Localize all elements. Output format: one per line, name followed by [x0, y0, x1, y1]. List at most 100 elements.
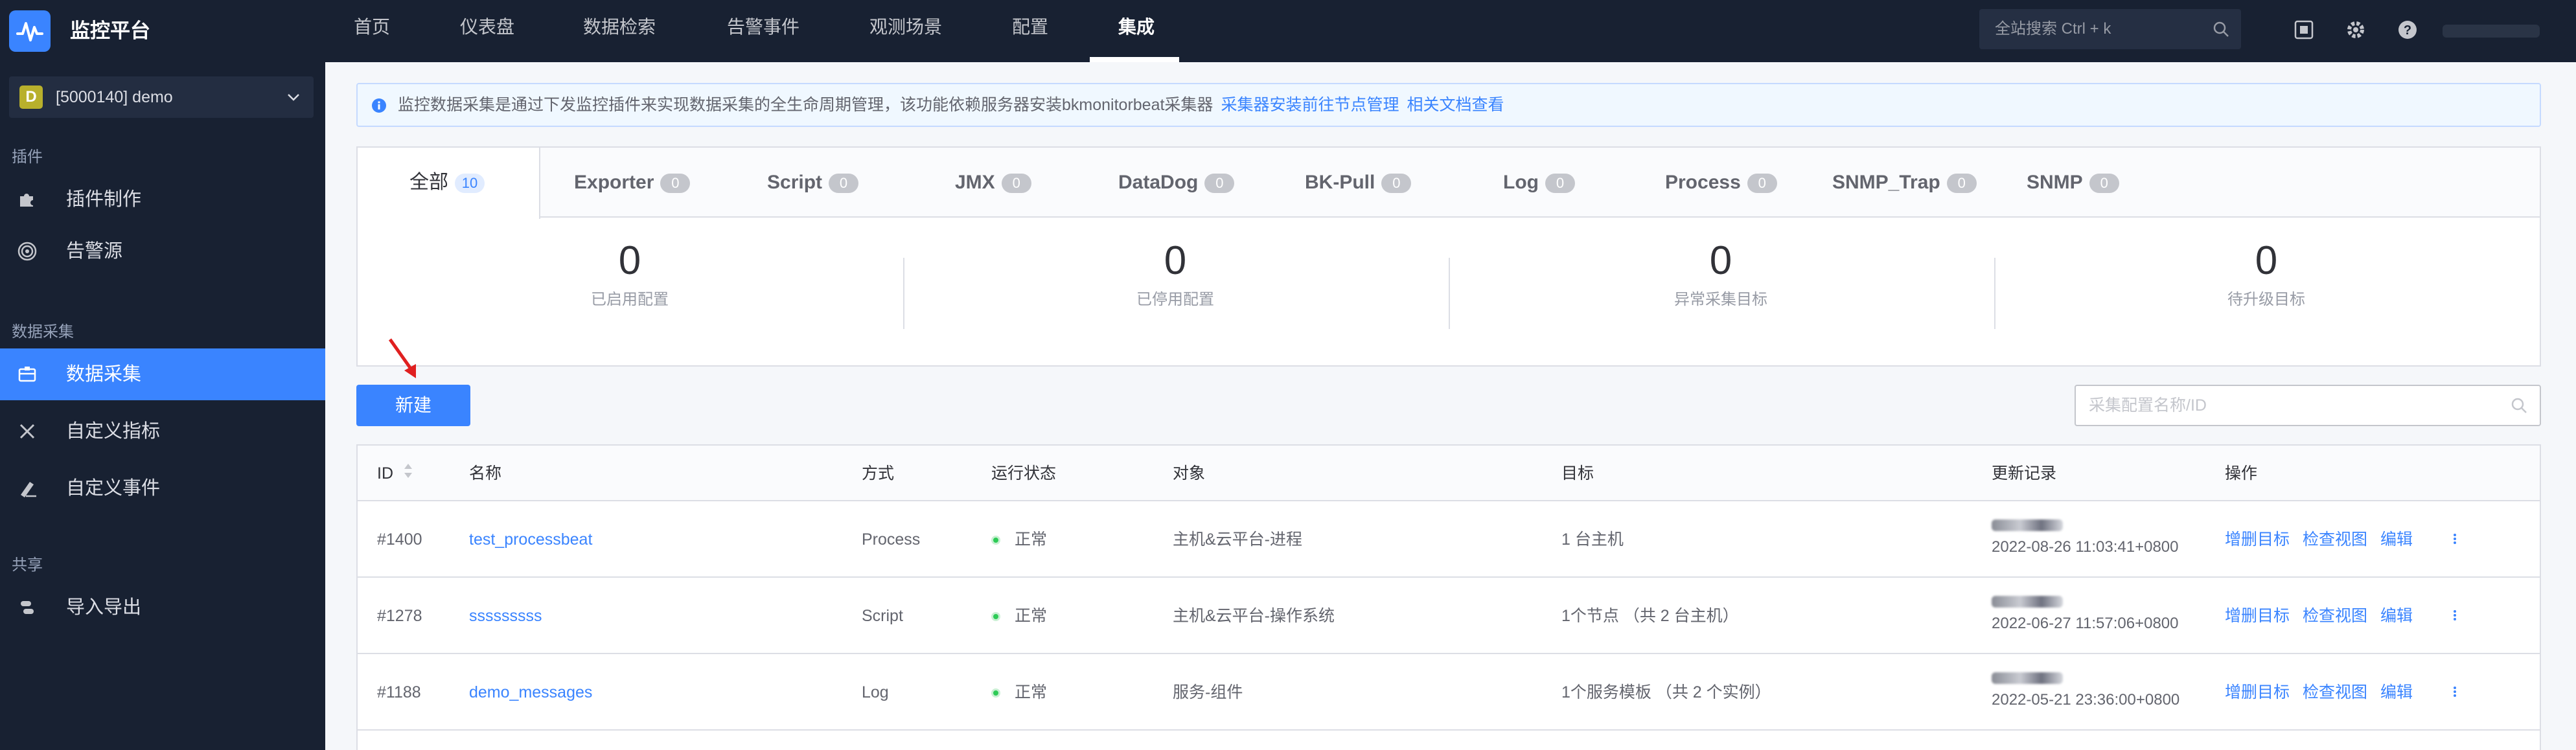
import-export-icon [16, 596, 39, 619]
info-icon [371, 97, 387, 117]
tab-datadog[interactable]: DataDog 0 [1118, 148, 1235, 218]
docs-link[interactable]: 相关文档查看 [1407, 96, 1504, 114]
nav-config[interactable]: 配置 [1012, 0, 1048, 62]
tab-count-badge: 0 [1747, 174, 1777, 194]
edit-link[interactable]: 编辑 [2380, 501, 2413, 578]
sidebar-item-label: 数据采集 [66, 364, 142, 385]
tab-process[interactable]: Process 0 [1665, 148, 1777, 218]
add-remove-target-link[interactable]: 增删目标 [2225, 501, 2290, 578]
more-icon[interactable] [2452, 527, 2458, 554]
tab-snmp-trap[interactable]: SNMP_Trap 0 [1832, 148, 1977, 218]
row-method: Process [862, 530, 921, 549]
chevron-down-icon [286, 91, 301, 107]
collect-search-input[interactable]: 采集配置名称/ID [2075, 385, 2541, 426]
active-nav-indicator [1090, 57, 1179, 62]
tab-exporter[interactable]: Exporter 0 [574, 148, 691, 218]
collect-type-tabs: 全部 10 Exporter 0 Script 0 JMX 0 DataDog 0 BK-… [358, 148, 2540, 219]
sidebar-item-label: 插件制作 [66, 189, 142, 210]
more-icon[interactable] [2452, 680, 2458, 707]
sidebar-item-plugin-make[interactable]: 插件制作 [0, 174, 325, 225]
collect-search-placeholder: 采集配置名称/ID [2089, 396, 2207, 415]
edit-link[interactable]: 编辑 [2380, 578, 2413, 654]
status-dot-icon [991, 688, 1000, 698]
notice-text: 监控数据采集是通过下发监控插件来实现数据采集的全生命周期管理，该功能依赖服务器安… [398, 96, 1213, 114]
add-remove-target-link[interactable]: 增删目标 [2225, 654, 2290, 731]
custom-event-icon [16, 477, 39, 500]
stat-label: 已启用配置 [591, 291, 669, 308]
nav-alarm-events[interactable]: 告警事件 [727, 0, 799, 62]
row-target: 1 台主机 [1561, 530, 1624, 549]
th-id[interactable]: ID [377, 446, 413, 502]
nav-home[interactable]: 首页 [354, 0, 390, 62]
tab-script[interactable]: Script 0 [767, 148, 859, 218]
check-view-link[interactable]: 检查视图 [2303, 578, 2367, 654]
row-target: 1个服务模板 （共 2 个实例） [1561, 683, 1771, 701]
th-updated: 更新记录 [1992, 464, 2057, 483]
tab-label: 全部 [409, 172, 448, 193]
nav-dashboard[interactable]: 仪表盘 [460, 0, 514, 62]
nav-observation-scene[interactable]: 观测场景 [869, 0, 942, 62]
monitor-logo-icon[interactable] [9, 10, 51, 52]
sidebar-item-data-collect[interactable]: 数据采集 [0, 348, 325, 400]
puzzle-icon [16, 188, 39, 211]
sidebar: D [5000140] demo 插件 插件制作 告警源 数据采集 数据采集 自… [0, 62, 325, 750]
sidebar-item-import-export[interactable]: 导入导出 [0, 582, 325, 633]
tab-jmx[interactable]: JMX 0 [955, 148, 1031, 218]
edit-link[interactable]: 编辑 [2380, 654, 2413, 731]
group-title-share: 共享 [12, 556, 43, 574]
nav-integration[interactable]: 集成 [1118, 0, 1155, 62]
custom-metric-icon [16, 420, 39, 443]
node-manage-link[interactable]: 采集器安装前往节点管理 [1221, 96, 1399, 114]
business-badge: D [19, 85, 43, 109]
new-collect-button[interactable]: 新建 [356, 385, 470, 426]
screen-share-icon[interactable] [2291, 17, 2317, 43]
tab-count-badge: 0 [829, 174, 859, 194]
sidebar-item-label: 导入导出 [66, 597, 142, 618]
row-name-link[interactable]: test_processbeat [469, 501, 592, 578]
check-view-link[interactable]: 检查视图 [2303, 501, 2367, 578]
stat-label: 待升级目标 [2227, 291, 2305, 308]
sidebar-item-alarm-source[interactable]: 告警源 [0, 225, 325, 277]
tab-count-badge: 0 [1946, 174, 1977, 194]
tab-bk-pull[interactable]: BK-Pull 0 [1305, 148, 1412, 218]
th-target: 目标 [1561, 464, 1594, 483]
row-target: 1个节点 （共 2 台主机） [1561, 607, 1739, 625]
top-navigation-bar: 监控平台 首页 仪表盘 数据检索 告警事件 观测场景 配置 集成 全站搜索 Ct… [0, 0, 2576, 62]
sidebar-item-custom-metric[interactable]: 自定义指标 [0, 405, 325, 457]
row-method: Log [862, 683, 889, 701]
nav-data-retrieval[interactable]: 数据检索 [583, 0, 656, 62]
target-icon [16, 240, 39, 263]
row-id: #1188 [377, 683, 421, 701]
row-updated: 2022-06-27 11:57:06+0800 [1992, 596, 2178, 633]
row-status-label: 正常 [1015, 607, 1048, 625]
global-search-placeholder: 全站搜索 Ctrl + k [1995, 20, 2111, 38]
tab-count-badge: 0 [1545, 174, 1575, 194]
tab-snmp[interactable]: SNMP 0 [2027, 148, 2119, 218]
sort-icon[interactable] [403, 446, 413, 502]
gear-icon[interactable] [2343, 17, 2369, 43]
tab-log[interactable]: Log 0 [1503, 148, 1575, 218]
row-name-link[interactable]: demo_messages [469, 654, 592, 731]
row-updated-time: 2022-08-26 11:03:41+0800 [1992, 538, 2179, 556]
th-name: 名称 [469, 464, 502, 483]
more-icon[interactable] [2452, 604, 2458, 630]
stat-label: 异常采集目标 [1674, 291, 1767, 308]
tab-label: Exporter [574, 172, 654, 193]
user-avatar[interactable] [2443, 25, 2540, 38]
table-row: #1278 sssssssss Script 正常 主机&云平台-操作系统 1个… [358, 578, 2540, 654]
business-selector[interactable]: D [5000140] demo [9, 76, 314, 118]
collect-icon [16, 363, 39, 386]
check-view-link[interactable]: 检查视图 [2303, 654, 2367, 731]
sidebar-item-custom-event[interactable]: 自定义事件 [0, 462, 325, 514]
add-remove-target-link[interactable]: 增删目标 [2225, 578, 2290, 654]
help-icon[interactable]: ? [2395, 17, 2421, 43]
stat-value: 0 [1164, 238, 1187, 283]
global-search-input[interactable]: 全站搜索 Ctrl + k [1979, 9, 2241, 49]
row-object: 服务-组件 [1173, 683, 1243, 701]
stat-value: 0 [618, 238, 641, 283]
row-updated-time: 2022-05-21 23:36:00+0800 [1992, 691, 2180, 709]
row-name-link[interactable]: sssssssss [469, 578, 542, 654]
tab-label: SNMP_Trap [1832, 172, 1940, 193]
tab-all[interactable]: 全部 10 [358, 148, 540, 219]
tab-count-badge: 0 [1204, 174, 1235, 194]
